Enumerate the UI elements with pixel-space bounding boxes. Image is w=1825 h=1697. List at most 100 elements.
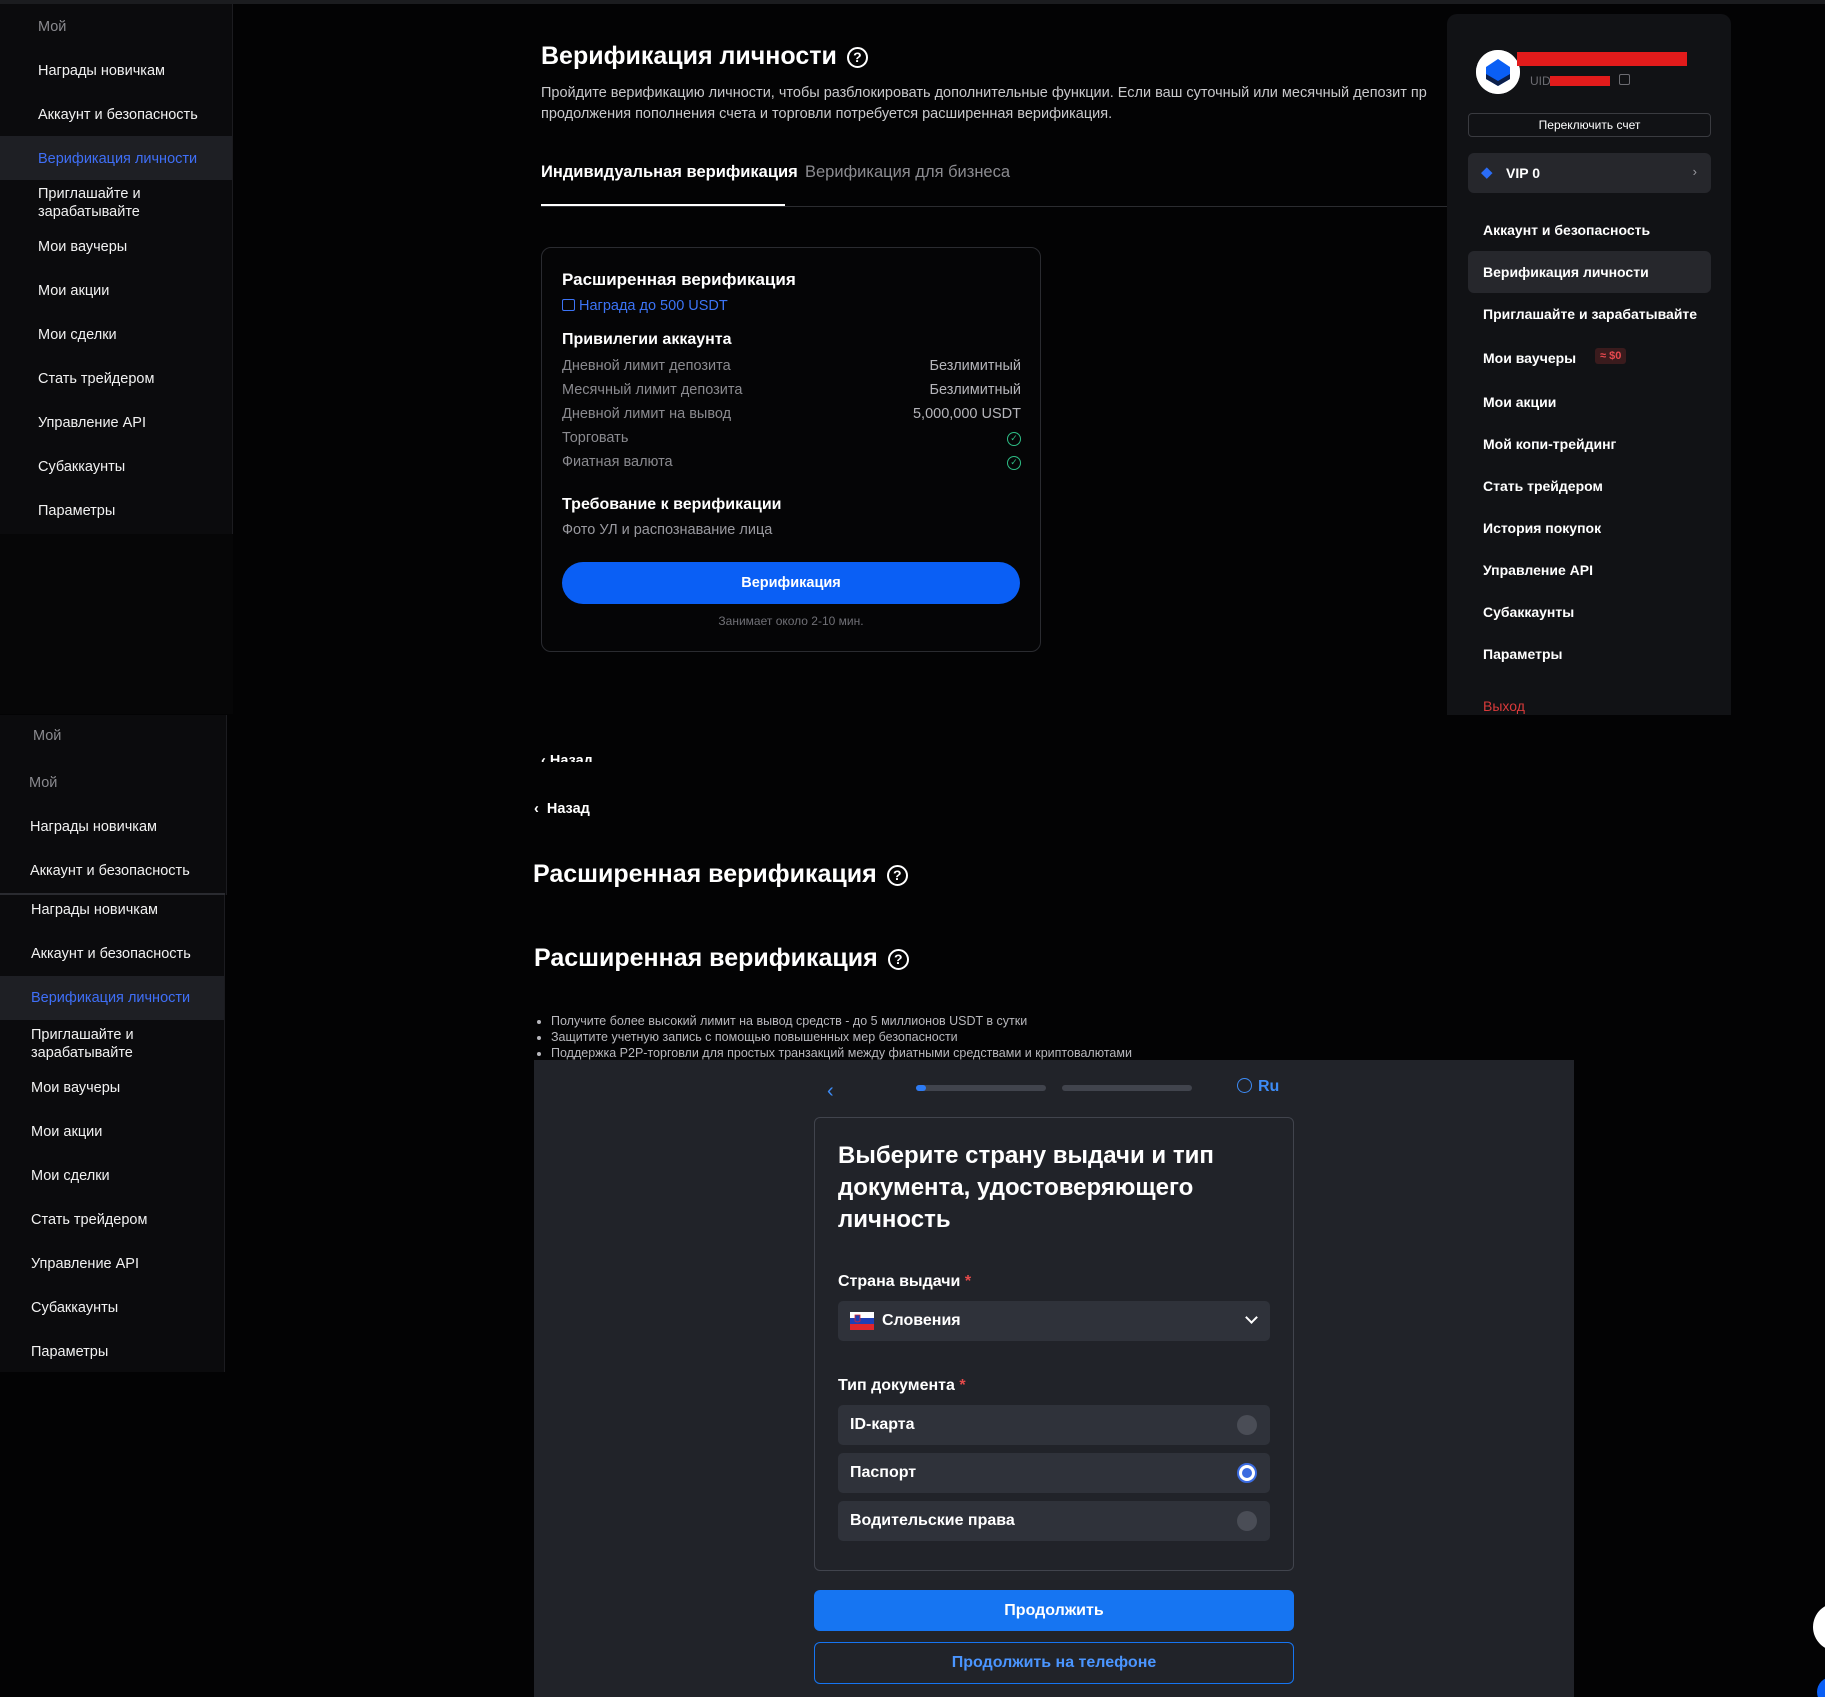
logout-link[interactable]: Выход: [1483, 698, 1525, 714]
sidebar-item-api[interactable]: Управление API: [0, 414, 232, 432]
back-link[interactable]: ‹ Назад: [534, 801, 590, 817]
sidebar-item-shares[interactable]: Мои акции: [0, 1123, 224, 1141]
sidebar-item-subaccounts[interactable]: Субаккаунты: [0, 1299, 224, 1317]
requirement-title: Требование к верификации: [562, 496, 782, 513]
country-label-text: Страна выдачи: [838, 1273, 961, 1290]
progress-step-2: [1062, 1085, 1192, 1091]
sidebar-item-account-security[interactable]: Аккаунт и безопасность: [0, 945, 224, 963]
panel-item-vouchers[interactable]: Мои ваучеры ≈ $0: [1447, 348, 1731, 366]
page-description-line: продолжения пополнения счета и торговли …: [541, 106, 1113, 122]
section-title: Расширенная верификация?: [533, 860, 908, 889]
sidebar-item-trades[interactable]: Мои сделки: [0, 1167, 224, 1185]
panel-item-verification[interactable]: Верификация личности: [1468, 251, 1711, 293]
back-link-text: Назад: [546, 801, 590, 817]
privileges-title: Привилегии аккаунта: [562, 331, 732, 348]
radio-button-selected[interactable]: [1237, 1463, 1257, 1483]
page-description-line: Пройдите верификацию личности, чтобы раз…: [541, 85, 1427, 101]
tab-active-indicator: [541, 204, 785, 206]
sidebar-item-trades[interactable]: Мои сделки: [0, 326, 232, 344]
continue-on-phone-button[interactable]: Продолжить на телефоне: [814, 1642, 1294, 1684]
sidebar-item-settings[interactable]: Параметры: [0, 502, 232, 520]
list-item: Поддержка P2P-торговли для простых транз…: [551, 1045, 1551, 1061]
chevron-down-icon: [1245, 1311, 1258, 1324]
panel-item-referral[interactable]: Приглашайте и зарабатывайте: [1447, 306, 1731, 322]
sidebar-item-rewards[interactable]: Награды новичкам: [0, 818, 226, 836]
sidebar-item-shares[interactable]: Мои акции: [0, 282, 232, 300]
section-title-text: Расширенная верификация: [533, 860, 877, 888]
back-link-partial: ‹ Назад: [541, 750, 621, 762]
language-switcher[interactable]: Ru: [1237, 1078, 1279, 1096]
sidebar-item-referral[interactable]: Приглашайте и зарабатывайте: [0, 185, 150, 221]
radio-button[interactable]: [1237, 1511, 1257, 1531]
avatar: [1476, 50, 1520, 94]
doc-option-label: ID-карта: [850, 1416, 915, 1433]
doc-option-id-card[interactable]: ID-карта: [838, 1405, 1270, 1445]
help-icon[interactable]: ?: [846, 46, 868, 68]
help-icon[interactable]: ?: [887, 948, 909, 970]
sidebar-item-settings[interactable]: Параметры: [0, 1343, 224, 1361]
sidebar-item-vouchers[interactable]: Мои ваучеры: [0, 238, 232, 256]
reward-text: Награда до 500 USDT: [579, 298, 728, 314]
tab-business[interactable]: Верификация для бизнеса: [805, 163, 1010, 182]
country-label: Страна выдачи *: [838, 1273, 971, 1291]
required-mark: *: [959, 1377, 966, 1394]
chevron-left-icon[interactable]: ‹: [827, 1080, 834, 1103]
sidebar-item-rewards[interactable]: Награды новичкам: [0, 901, 224, 919]
panel-item-subaccounts[interactable]: Субаккаунты: [1447, 604, 1731, 620]
logo-icon: [1476, 50, 1520, 94]
list-item: Защитите учетную запись с помощью повыше…: [551, 1029, 1551, 1045]
panel-item-purchase-history[interactable]: История покупок: [1447, 520, 1731, 536]
panel-item-settings[interactable]: Параметры: [1447, 646, 1731, 662]
sidebar-item-vouchers[interactable]: Мои ваучеры: [0, 1079, 224, 1097]
doc-type-label-text: Тип документа: [838, 1377, 955, 1394]
sidebar-item-verification[interactable]: Верификация личности: [0, 136, 232, 180]
doc-option-passport[interactable]: Паспорт: [838, 1453, 1270, 1493]
requirement-text: Фото УЛ и распознавание лица: [562, 522, 773, 538]
continue-button[interactable]: Продолжить: [814, 1590, 1294, 1631]
support-icon[interactable]: [1817, 1677, 1825, 1697]
sidebar-item-account-security[interactable]: Аккаунт и безопасность: [0, 862, 226, 880]
kyc-widget: ‹ Ru Выберите страну выдачи и тип докуме…: [534, 1060, 1574, 1697]
privilege-label: Дневной лимит депозита: [562, 358, 731, 374]
chevron-right-icon: ›: [1692, 164, 1697, 179]
sidebar-gap: [0, 534, 233, 714]
panel-item-become-trader[interactable]: Стать трейдером: [1447, 478, 1731, 494]
country-select[interactable]: Словения: [838, 1301, 1270, 1341]
sidebar-item-become-trader[interactable]: Стать трейдером: [0, 1211, 224, 1229]
document-selection-card: Выберите страну выдачи и тип документа, …: [814, 1117, 1294, 1571]
verify-button[interactable]: Верификация: [562, 562, 1020, 604]
privilege-label: Торговать: [562, 430, 629, 446]
doc-option-driver-license[interactable]: Водительские права: [838, 1501, 1270, 1541]
sidebar-item-api[interactable]: Управление API: [0, 1255, 224, 1273]
card-title: Расширенная верификация: [562, 270, 796, 289]
gift-icon: [562, 299, 575, 311]
redacted-uid: [1550, 76, 1610, 86]
account-dropdown-panel: UID Переключить счет ◆ VIP 0 › Аккаунт и…: [1447, 14, 1731, 715]
progress-fill: [916, 1085, 927, 1091]
page-description: Пройдите верификацию личности, чтобы раз…: [541, 83, 1447, 125]
help-icon[interactable]: ?: [886, 864, 908, 886]
voucher-value-badge: ≈ $0: [1595, 348, 1627, 364]
advanced-verification-card: Расширенная верификация Награда до 500 U…: [541, 247, 1041, 652]
check-circle-icon: ✓: [1007, 432, 1021, 446]
sidebar-item-subaccounts[interactable]: Субаккаунты: [0, 458, 232, 476]
radio-button[interactable]: [1237, 1415, 1257, 1435]
panel-item-account-security[interactable]: Аккаунт и безопасность: [1447, 222, 1731, 238]
sidebar-item-verification[interactable]: Верификация личности: [0, 976, 224, 1020]
sidebar-top: Мой Награды новичкам Аккаунт и безопасно…: [0, 4, 233, 534]
sidebar-item-rewards[interactable]: Награды новичкам: [0, 62, 232, 80]
sidebar-item-become-trader[interactable]: Стать трейдером: [0, 370, 232, 388]
required-mark: *: [964, 1273, 972, 1290]
panel-item-shares[interactable]: Мои акции: [1447, 394, 1731, 410]
panel-item-api[interactable]: Управление API: [1447, 562, 1731, 578]
panel-item-copy-trading[interactable]: Мой копи-трейдинг: [1447, 436, 1731, 452]
sidebar-mid: Мой Мой Награды новичкам Аккаунт и безоп…: [0, 715, 227, 895]
chat-bubble-icon[interactable]: [1813, 1603, 1825, 1651]
vip-level-row[interactable]: ◆ VIP 0 ›: [1468, 153, 1711, 193]
duration-note: Занимает около 2-10 мин.: [718, 614, 864, 628]
switch-account-button[interactable]: Переключить счет: [1468, 113, 1711, 137]
sidebar-item-account-security[interactable]: Аккаунт и безопасность: [0, 106, 232, 124]
sidebar-item-referral[interactable]: Приглашайте и зарабатывайте: [0, 1026, 140, 1062]
copy-icon[interactable]: [1619, 74, 1630, 85]
tab-individual[interactable]: Индивидуальная верификация: [541, 163, 798, 182]
